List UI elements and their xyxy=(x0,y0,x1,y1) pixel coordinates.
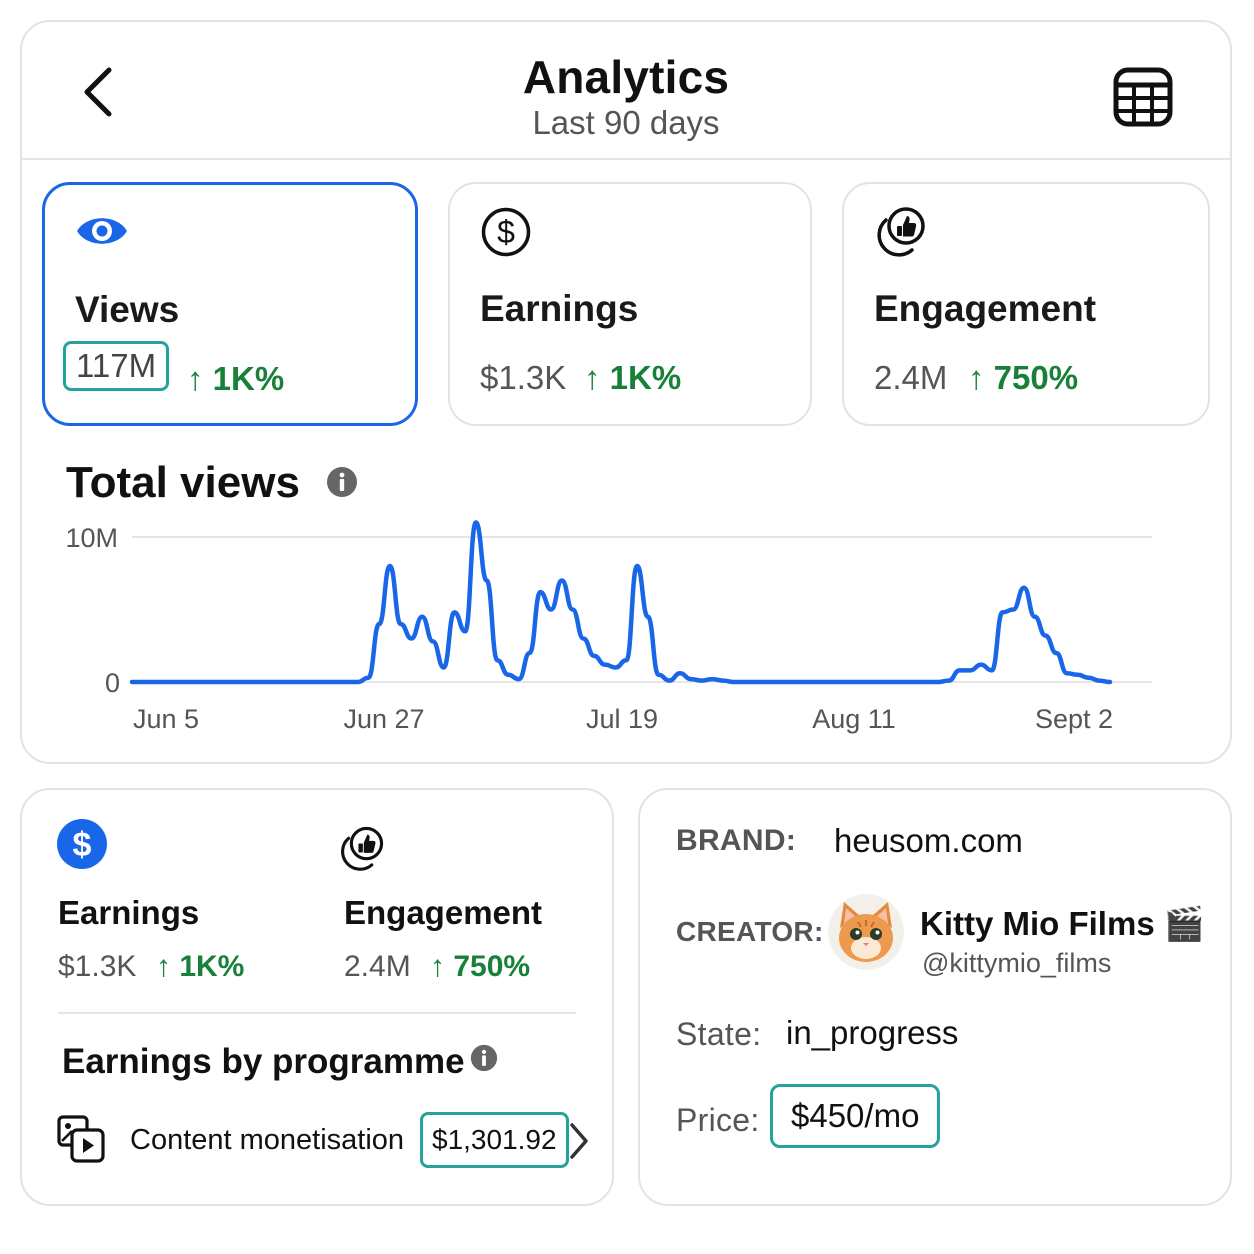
earnings-delta: ↑ 1K% xyxy=(584,359,682,396)
programme-label: Content monetisation xyxy=(130,1124,405,1156)
kitten-avatar-image xyxy=(828,894,904,970)
y-tick-label: 0 xyxy=(105,668,120,698)
page-subtitle: Last 90 days xyxy=(532,104,720,141)
engagement-mini-value: 2.4M xyxy=(344,950,411,983)
brand-label: BRAND: xyxy=(676,824,797,857)
x-tick-label: Jun 27 xyxy=(343,704,424,734)
x-tick-label: Aug 11 xyxy=(812,704,896,734)
creator-name-text: Kitty Mio Films xyxy=(920,905,1155,942)
info-icon[interactable] xyxy=(470,1044,498,1072)
views-line-chart: 10M 0 Jun 5 Jun 27 Jul 19 Aug 11 Sept 2 xyxy=(65,520,1152,734)
views-value-text: 117M xyxy=(63,341,170,391)
creator-label: CREATOR: xyxy=(676,916,824,947)
avatar[interactable] xyxy=(828,894,904,970)
earnings-by-programme-title: Earnings by programme xyxy=(62,1042,465,1081)
engagement-value: 2.4M xyxy=(874,359,948,396)
page-title: Analytics xyxy=(522,51,730,103)
creator-name[interactable]: Kitty Mio Films 🎬 xyxy=(920,904,1205,944)
content-monetisation-icon xyxy=(57,1115,105,1163)
earnings-label: Earnings xyxy=(480,288,639,329)
table-view-button[interactable] xyxy=(1112,66,1174,128)
chart-title: Total views xyxy=(66,458,300,507)
state-label: State: xyxy=(676,1016,762,1052)
table-icon xyxy=(1113,67,1173,127)
views-series-line xyxy=(129,520,1113,685)
engagement-mini-delta: ↑ 750% xyxy=(430,950,531,983)
earnings-mini-label: Earnings xyxy=(58,894,200,931)
creator-handle[interactable]: @kittymio_films xyxy=(922,948,1111,979)
brand-value[interactable]: heusom.com xyxy=(834,822,1023,860)
brand-deal-panel: BRAND: heusom.com CREATOR: Kitty Mio Fil… xyxy=(638,788,1232,1206)
views-card[interactable]: Views 117M ↑ 1K% xyxy=(42,182,418,426)
header: Analytics Last 90 days xyxy=(22,22,1230,160)
price-value: $450/mo xyxy=(770,1084,941,1148)
dollar-circle-icon: $ xyxy=(481,207,531,257)
dollar-filled-icon: $ xyxy=(57,819,107,869)
engagement-delta: ↑ 750% xyxy=(968,359,1079,396)
analytics-panel: Analytics Last 90 days Views 117M ↑ 1K% xyxy=(20,20,1232,764)
thumbs-up-icon xyxy=(877,207,925,257)
x-tick-label: Sept 2 xyxy=(1035,704,1113,734)
earnings-card[interactable]: $ Earnings $1.3K ↑ 1K% xyxy=(448,182,812,426)
earnings-summary-panel: $ Earnings $1.3K ↑ 1K% Engagement 2.4M ↑… xyxy=(20,788,614,1206)
state-value: in_progress xyxy=(786,1014,959,1051)
engagement-card[interactable]: Engagement 2.4M ↑ 750% xyxy=(842,182,1210,426)
svg-text:$: $ xyxy=(73,826,92,864)
eye-icon xyxy=(77,218,127,244)
x-tick-label: Jun 5 xyxy=(133,704,199,734)
views-delta: ↑ 1K% xyxy=(187,360,285,397)
views-label: Views xyxy=(75,289,180,330)
engagement-mini-label: Engagement xyxy=(344,894,543,931)
earnings-mini-value: $1.3K xyxy=(58,950,137,983)
price-label: Price: xyxy=(676,1102,760,1138)
engagement-label: Engagement xyxy=(874,288,1097,329)
programme-row-content-monetisation[interactable]: Content monetisation $1,301.92 xyxy=(52,1108,592,1174)
x-tick-label: Jul 19 xyxy=(586,704,658,734)
y-tick-label: 10M xyxy=(65,523,118,553)
svg-text:$: $ xyxy=(497,214,515,250)
clapperboard-icon: 🎬 xyxy=(1163,904,1205,943)
chevron-right-icon xyxy=(570,1123,588,1159)
earnings-mini-delta: ↑ 1K% xyxy=(156,950,245,983)
thumbs-up-icon xyxy=(341,826,384,871)
programme-amount: $1,301.92 xyxy=(420,1112,569,1168)
earnings-value: $1.3K xyxy=(480,359,567,396)
views-value: 117M xyxy=(63,341,170,391)
divider xyxy=(58,1012,576,1014)
info-icon[interactable] xyxy=(326,466,358,498)
